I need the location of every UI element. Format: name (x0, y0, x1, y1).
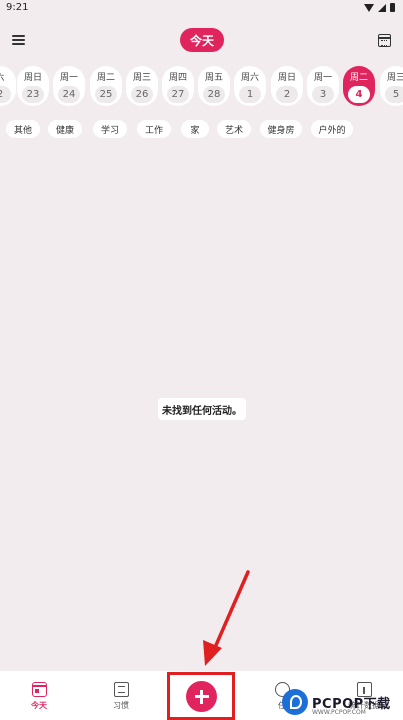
empty-state-message: 未找到任何活动。 (158, 398, 246, 420)
pcpop-logo-icon (282, 689, 308, 715)
date-weekday: 周日 (277, 73, 296, 83)
date-chip[interactable]: 周三 5 (380, 66, 403, 106)
date-chip-selected[interactable]: 周二 4 (343, 66, 375, 106)
date-day: 26 (131, 86, 153, 103)
date-chip[interactable]: 周日 2 (271, 66, 303, 106)
calendar-icon[interactable] (378, 34, 391, 47)
date-day: 23 (22, 86, 44, 103)
signal-icon (378, 3, 386, 12)
date-chip[interactable]: 周日 23 (17, 66, 49, 106)
category-chip[interactable]: 工作 (137, 120, 171, 138)
category-chip[interactable]: 艺术 (217, 120, 251, 138)
date-weekday: 周三 (132, 73, 151, 83)
date-day: 28 (203, 86, 225, 103)
today-button[interactable]: 今天 (180, 28, 224, 52)
date-weekday: 周六 (240, 73, 259, 83)
status-icons (364, 3, 395, 12)
date-day: 2 (276, 86, 298, 103)
category-chip[interactable]: 其他 (6, 120, 40, 138)
watermark: PCPOP下载 WWW.PCPOP.COM (282, 687, 391, 717)
nav-today[interactable]: 今天 (9, 671, 69, 720)
date-chip[interactable]: 周一 24 (53, 66, 85, 106)
category-chip[interactable]: 健康 (48, 120, 82, 138)
date-weekday: 周四 (168, 73, 187, 83)
date-weekday: 周日 (23, 73, 42, 83)
battery-icon (390, 3, 395, 12)
watermark-sub: WWW.PCPOP.COM (312, 709, 366, 716)
date-day: 1 (239, 86, 261, 103)
date-weekday: 周三 (386, 73, 403, 83)
date-weekday: 周五 (204, 73, 223, 83)
category-chip[interactable]: 学习 (93, 120, 127, 138)
status-time: 9:21 (6, 2, 29, 13)
date-chip[interactable]: 周一 3 (307, 66, 339, 106)
annotation-arrow (203, 570, 250, 666)
date-day: 5 (385, 86, 403, 103)
status-bar: 9:21 (0, 0, 403, 16)
date-chip[interactable]: 周六 1 (234, 66, 266, 106)
nav-habits[interactable]: 习惯 (91, 671, 151, 720)
plus-icon-vertical (200, 689, 203, 704)
menu-icon[interactable] (12, 35, 25, 45)
date-weekday: 周一 (59, 73, 78, 83)
nav-habits-label: 习惯 (113, 701, 129, 710)
date-day: 4 (348, 86, 370, 103)
date-chip[interactable]: 周四 27 (162, 66, 194, 106)
date-day: 24 (58, 86, 80, 103)
date-weekday: 周一 (313, 73, 332, 83)
date-weekday: 六 (0, 70, 5, 83)
category-chip[interactable]: 家 (181, 120, 209, 138)
date-day: 2 (0, 86, 11, 103)
category-row: 其他 健康 学习 工作 家 艺术 健身房 户外的 (0, 120, 403, 140)
calendar-today-icon (31, 682, 47, 697)
wifi-icon (364, 3, 374, 12)
add-activity-button[interactable] (186, 681, 217, 712)
category-chip[interactable]: 健身房 (260, 120, 302, 138)
list-icon (113, 682, 129, 697)
date-day: 25 (95, 86, 117, 103)
date-chip[interactable]: 周五 28 (198, 66, 230, 106)
category-chip[interactable]: 户外的 (311, 120, 353, 138)
nav-today-label: 今天 (31, 701, 47, 710)
app-bar: 今天 (0, 22, 403, 62)
date-chip[interactable]: 周三 26 (126, 66, 158, 106)
date-weekday: 周二 (96, 73, 115, 83)
date-strip: 六 2 周日 23 周一 24 周二 25 周三 26 周四 27 周五 28 … (0, 66, 403, 108)
date-chip[interactable]: 周二 25 (90, 66, 122, 106)
date-day: 27 (167, 86, 189, 103)
date-chip[interactable]: 六 2 (0, 66, 16, 106)
date-day: 3 (312, 86, 334, 103)
date-weekday: 周二 (349, 73, 368, 83)
